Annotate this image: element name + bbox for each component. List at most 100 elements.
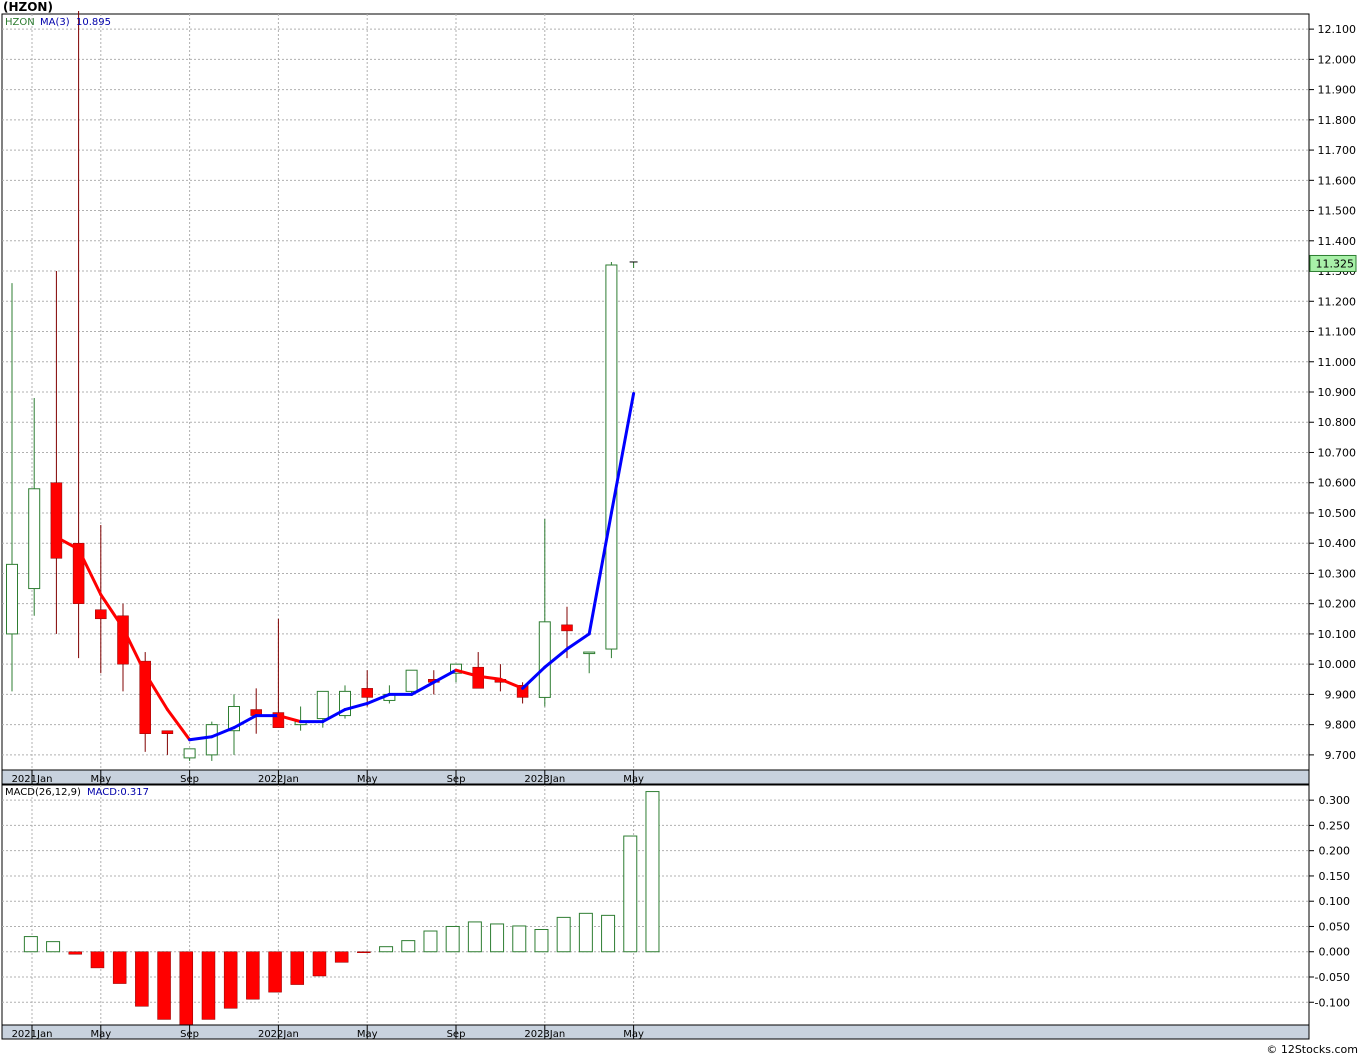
price-y-tick-label: 10.500 [1318, 507, 1357, 520]
price-y-tick-label: 10.100 [1318, 628, 1357, 641]
macd-bar [512, 925, 527, 953]
macd-y-tick-label: 0.300 [1319, 794, 1351, 807]
macd-bar [135, 951, 149, 1007]
candle-body [183, 748, 196, 759]
macd-x-tick-label: May [623, 1029, 644, 1040]
macd-bar [379, 946, 394, 953]
candle-body [6, 563, 18, 635]
macd-x-tick-label: May [90, 1029, 111, 1040]
price-y-tick-label: 10.200 [1318, 598, 1357, 611]
price-legend-symbol: HZON [5, 17, 35, 28]
candle-body [583, 651, 596, 655]
macd-bar [578, 912, 593, 953]
price-x-tick-label: 2022Jan [258, 774, 299, 785]
macd-bar [401, 940, 416, 953]
macd-bar [357, 951, 371, 953]
price-y-tick-label: 10.000 [1318, 658, 1357, 671]
price-y-tick-label: 11.800 [1318, 114, 1357, 127]
macd-bar [334, 951, 349, 963]
macd-bar [68, 951, 83, 955]
macd-bar [290, 951, 305, 985]
price-y-tick-label: 11.500 [1318, 205, 1357, 218]
macd-x-tick-label: Sep [180, 1029, 199, 1040]
macd-panel: 0.300 0.250 0.200 0.150 0.100 0.050 0.000 -0.05… [1, 784, 1351, 1026]
price-y-tick-label: 12.100 [1318, 23, 1357, 36]
macd-y-tick-label: 0.150 [1319, 870, 1351, 883]
macd-x-tick-label: 2021Jan [12, 1029, 53, 1040]
macd-x-axis: 2021Jan May Sep 2022Jan May Sep 2023Jan May [1, 1024, 1310, 1040]
candle-body [95, 609, 107, 620]
macd-bar [223, 951, 238, 1009]
macd-y-tick-label: 0.200 [1319, 845, 1351, 858]
candle-body [561, 624, 573, 632]
price-y-tick-label: 10.600 [1318, 477, 1357, 490]
candle-body [28, 488, 41, 590]
price-y-tick-label: 11.600 [1318, 174, 1357, 187]
macd-bar [46, 941, 61, 953]
macd-x-tick-label: Sep [447, 1029, 466, 1040]
macd-bar [312, 951, 327, 977]
macd-legend-value: MACD:0.317 [87, 787, 149, 798]
macd-bar [23, 936, 38, 953]
price-y-tick-label: 11.200 [1318, 295, 1357, 308]
macd-bar [467, 921, 482, 953]
price-y-tick-label: 10.300 [1318, 567, 1357, 580]
macd-y-tick-label: 0.050 [1319, 920, 1351, 933]
last-price-label: 11.325 [1316, 257, 1355, 270]
candle-body [50, 482, 63, 559]
price-y-tick-label: 9.700 [1325, 749, 1357, 762]
macd-legend-label: MACD(26,12,9) [5, 787, 81, 798]
macd-x-tick-label: 2023Jan [524, 1029, 565, 1040]
copyright-footer: © 12Stocks.com [1266, 1043, 1358, 1056]
price-y-tick-label: 9.800 [1325, 719, 1357, 732]
price-x-tick-label: 2023Jan [524, 774, 565, 785]
macd-bar [201, 951, 216, 1020]
price-y-tick-label: 12.000 [1318, 53, 1357, 66]
price-y-tick-label: 10.400 [1318, 537, 1357, 550]
macd-bar [601, 914, 616, 953]
price-x-tick-label: May [623, 774, 644, 785]
macd-bar [268, 951, 282, 993]
macd-y-tick-label: 0.100 [1319, 895, 1351, 908]
price-y-tick-label: 11.000 [1318, 356, 1357, 369]
price-x-tick-label: May [90, 774, 111, 785]
candle-body [316, 690, 329, 720]
price-x-tick-label: May [357, 774, 378, 785]
macd-bar [490, 923, 505, 953]
macd-bar [179, 951, 194, 1026]
price-x-tick-label: Sep [180, 774, 199, 785]
macd-bar [90, 951, 105, 969]
macd-y-tick-label: 0.000 [1319, 946, 1351, 959]
macd-x-tick-label: May [357, 1029, 378, 1040]
candle-body [161, 730, 174, 734]
macd-bar [246, 951, 260, 1000]
macd-bar [556, 916, 571, 953]
price-y-tick-label: 11.900 [1318, 84, 1357, 97]
macd-bar [645, 791, 660, 953]
macd-bar [112, 951, 127, 984]
price-y-tick-label: 10.700 [1318, 446, 1357, 459]
candle-body [405, 669, 418, 692]
price-x-tick-label: 2021Jan [12, 774, 53, 785]
macd-y-tick-label: -0.100 [1315, 996, 1350, 1009]
stock-chart: 12.100 12.000 11.900 11.800 11.700 11.600 11.5… [1, 10, 1357, 1040]
macd-bar [534, 929, 549, 953]
price-legend-ma-label: MA(3) [40, 17, 70, 28]
price-y-tick-label: 11.700 [1318, 144, 1357, 157]
macd-bar [445, 925, 460, 953]
price-y-tick-label: 10.900 [1318, 386, 1357, 399]
price-x-axis: 2021Jan May Sep 2022Jan May Sep 2023Jan May [1, 769, 1310, 785]
macd-bar [423, 930, 438, 953]
price-y-tick-label: 11.100 [1318, 326, 1357, 339]
candle-body [605, 264, 618, 650]
macd-bar [623, 835, 638, 953]
macd-y-tick-label: -0.050 [1315, 971, 1350, 984]
macd-x-tick-label: 2022Jan [258, 1029, 299, 1040]
candle-body [538, 621, 551, 698]
price-x-tick-label: Sep [447, 774, 466, 785]
price-panel: 12.100 12.000 11.900 11.800 11.700 11.600 11.5… [1, 10, 1357, 771]
price-y-tick-label: 11.400 [1318, 235, 1357, 248]
price-legend-ma-value: 10.895 [76, 17, 111, 28]
price-y-tick-label: 10.800 [1318, 416, 1357, 429]
candle-body [361, 688, 373, 698]
